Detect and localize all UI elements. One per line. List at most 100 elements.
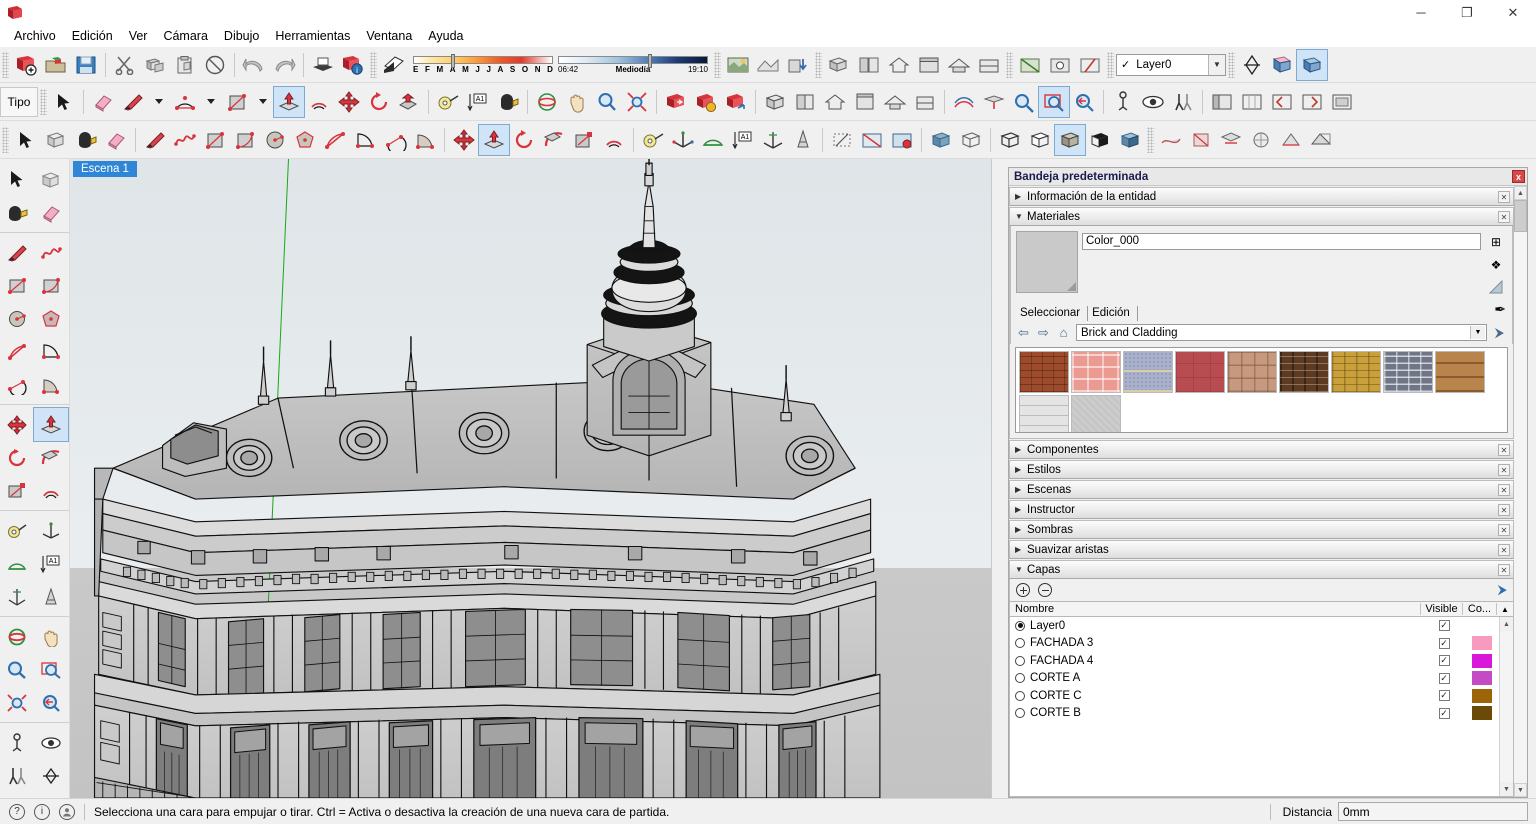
left-scale-icon[interactable] xyxy=(0,474,34,507)
solid-tools-icon[interactable] xyxy=(1306,125,1336,155)
panel-header-instructor[interactable]: ▶ Instructor ✕ xyxy=(1009,500,1514,519)
section-display2-icon[interactable] xyxy=(857,125,887,155)
left-circle-icon[interactable] xyxy=(0,302,34,335)
left-zoomwindow-icon[interactable] xyxy=(34,653,68,686)
arc-tool-icon[interactable] xyxy=(170,87,200,117)
layout-send-icon[interactable] xyxy=(1207,87,1237,117)
active-layer-radio[interactable] xyxy=(1015,656,1025,666)
pie-tool-icon[interactable] xyxy=(410,125,440,155)
layers-list[interactable]: Layer0 ✓ xyxy=(1009,617,1514,797)
twisty-icon[interactable]: ▼ xyxy=(1015,565,1027,574)
active-layer-radio[interactable] xyxy=(1015,673,1025,683)
erase-icon[interactable] xyxy=(200,50,230,80)
toolbar-grip-5[interactable] xyxy=(1006,52,1013,78)
axes-tool-icon[interactable] xyxy=(668,125,698,155)
sandbox-flipedge-icon[interactable] xyxy=(1276,125,1306,155)
offset-tool2-icon[interactable] xyxy=(599,125,629,155)
new-document-icon[interactable] xyxy=(11,50,41,80)
toolbar-grip-10[interactable] xyxy=(1147,127,1154,153)
layers-scroll-up-icon[interactable]: ▲ xyxy=(1497,605,1513,614)
walk-tool-icon[interactable] xyxy=(1168,87,1198,117)
left-pushpull-icon[interactable] xyxy=(34,408,68,441)
offset-tool-icon[interactable] xyxy=(304,87,334,117)
minimize-button[interactable]: ─ xyxy=(1398,0,1444,25)
rotated-rectangle-icon[interactable] xyxy=(230,125,260,155)
left-arc-icon[interactable] xyxy=(0,335,34,368)
axes2-icon[interactable] xyxy=(758,125,788,155)
chevron-down-icon[interactable]: ▼ xyxy=(1470,326,1485,339)
material-library-select[interactable]: Brick and Cladding ▼ xyxy=(1076,324,1487,341)
make-component-icon[interactable] xyxy=(41,125,71,155)
layers-vertical-scrollbar[interactable]: ▲ ▼ xyxy=(1499,617,1513,796)
material-swatch[interactable] xyxy=(1071,351,1121,393)
sandbox-addetail-icon[interactable] xyxy=(1246,125,1276,155)
layer-color-chip[interactable] xyxy=(1472,689,1492,703)
toolbar-grip-4[interactable] xyxy=(815,52,822,78)
material-swatch[interactable] xyxy=(1071,395,1121,433)
scroll-up-button[interactable]: ▲ xyxy=(1500,617,1513,631)
layer-visible-cell[interactable]: ✓ xyxy=(1423,655,1465,666)
layer-visible-cell[interactable]: ✓ xyxy=(1423,690,1465,701)
menu-ventana[interactable]: Ventana xyxy=(358,27,420,45)
sandbox-stamp-icon[interactable] xyxy=(1186,125,1216,155)
left-select-icon[interactable] xyxy=(0,163,34,196)
model-cabinet-icon[interactable] xyxy=(850,87,880,117)
visible-checkbox[interactable]: ✓ xyxy=(1439,690,1450,701)
model-viewport[interactable]: Escena 1 xyxy=(70,159,991,798)
panel-close-icon[interactable]: ✕ xyxy=(1498,484,1510,496)
left-rotate-icon[interactable] xyxy=(0,441,34,474)
rotate-tool-icon[interactable] xyxy=(364,87,394,117)
panel-close-icon[interactable]: ✕ xyxy=(1498,544,1510,556)
3d-text-icon[interactable] xyxy=(788,125,818,155)
line-tool2-icon[interactable] xyxy=(140,125,170,155)
circle-tool-icon[interactable] xyxy=(260,125,290,155)
component-box-icon[interactable] xyxy=(914,50,944,80)
left-3dtext-icon[interactable] xyxy=(34,580,68,613)
column-header-visible[interactable]: Visible xyxy=(1421,603,1463,615)
style-monochrome-icon[interactable] xyxy=(1085,125,1115,155)
layer-color-cell[interactable] xyxy=(1465,671,1499,685)
orbit-tool-icon[interactable] xyxy=(532,87,562,117)
layer-visible-cell[interactable]: ✓ xyxy=(1423,638,1465,649)
info-icon[interactable]: i xyxy=(34,804,50,820)
menu-dibujo[interactable]: Dibujo xyxy=(216,27,267,45)
layer-color-chip[interactable] xyxy=(1472,671,1492,685)
twisty-icon[interactable]: ▶ xyxy=(1015,465,1027,474)
scene-prev-icon[interactable] xyxy=(1267,87,1297,117)
section-display-icon[interactable] xyxy=(1045,50,1075,80)
active-layer-radio[interactable] xyxy=(1015,691,1025,701)
tab-edit[interactable]: Edición xyxy=(1088,306,1138,321)
material-swatch[interactable] xyxy=(1279,351,1329,393)
axes-icon[interactable] xyxy=(1237,50,1267,80)
model-info-icon[interactable]: i xyxy=(338,50,368,80)
sandbox-zoom-icon[interactable] xyxy=(1009,87,1039,117)
panel-close-icon[interactable]: ✕ xyxy=(1498,504,1510,516)
polygon-tool-icon[interactable] xyxy=(290,125,320,155)
material-swatch[interactable] xyxy=(1435,351,1485,393)
table-row[interactable]: CORTE C ✓ xyxy=(1010,687,1499,705)
layer-options-icon[interactable]: ⮞ xyxy=(1498,582,1507,598)
close-button[interactable]: ✕ xyxy=(1490,0,1536,25)
3dwarehouse-icon[interactable] xyxy=(661,87,691,117)
table-row[interactable]: CORTE B ✓ xyxy=(1010,705,1499,723)
layer-color-chip[interactable] xyxy=(1472,636,1492,650)
component-make-icon[interactable] xyxy=(824,50,854,80)
left-protractor-icon[interactable] xyxy=(0,547,34,580)
component-browser-icon[interactable] xyxy=(854,50,884,80)
panel-close-icon[interactable]: ✕ xyxy=(1498,524,1510,536)
pushpull-tool2-icon[interactable] xyxy=(479,125,509,155)
left-eraser-icon[interactable] xyxy=(34,196,68,229)
add-location-icon[interactable] xyxy=(723,50,753,80)
add-layer-icon[interactable] xyxy=(1016,583,1030,597)
twisty-icon[interactable]: ▶ xyxy=(1015,445,1027,454)
back-arrow-icon[interactable]: ⇦ xyxy=(1016,325,1031,340)
remove-layer-icon[interactable] xyxy=(1038,583,1052,597)
pushpull-tool-icon[interactable] xyxy=(274,87,304,117)
layer-name-cell[interactable]: FACHADA 4 xyxy=(1010,655,1423,667)
left-freehand-icon[interactable] xyxy=(34,236,68,269)
create-material-icon[interactable]: ⊞ xyxy=(1488,233,1505,250)
tray-scroll-thumb[interactable] xyxy=(1514,200,1527,232)
menu-herramientas[interactable]: Herramientas xyxy=(267,27,358,45)
sandbox-zoom-prev-icon[interactable] xyxy=(1069,87,1099,117)
twisty-icon[interactable]: ▶ xyxy=(1015,485,1027,494)
